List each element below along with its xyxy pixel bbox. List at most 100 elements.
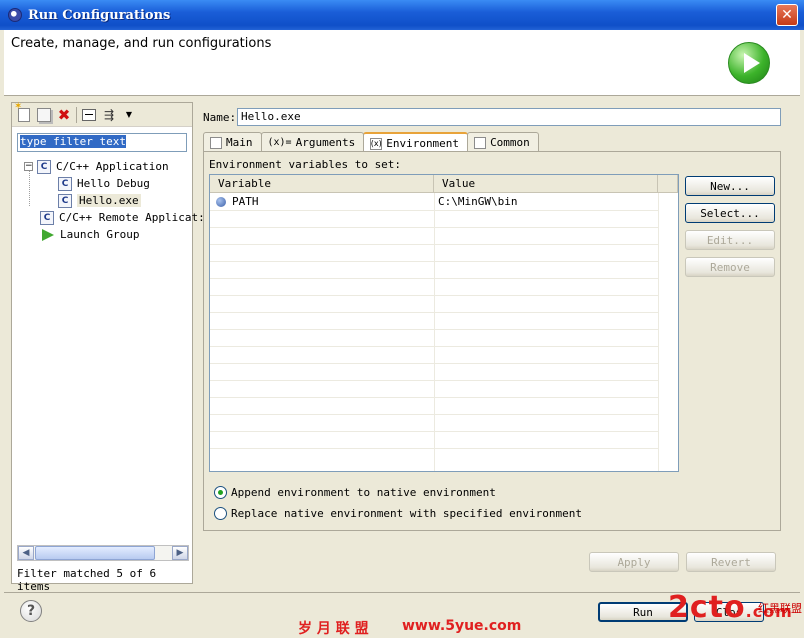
tree-item-label: C/C++ Remote Applicat: — [59, 211, 205, 224]
collapse-toggle-icon[interactable]: − — [24, 162, 33, 171]
replace-env-radio[interactable]: Replace native environment with specifie… — [214, 507, 582, 520]
row-divider — [210, 312, 658, 313]
revert-button[interactable]: Revert — [686, 552, 776, 572]
tree-item-hello-debug[interactable]: C Hello Debug — [58, 175, 150, 192]
window-titlebar[interactable]: Run Configurations ✕ — [0, 0, 804, 30]
row-divider — [210, 431, 658, 432]
tab-label: Main — [226, 136, 253, 149]
environment-tab-panel: Environment variables to set: Variable V… — [203, 151, 781, 531]
environment-tab-icon: (x) — [370, 137, 383, 150]
append-env-radio[interactable]: Append environment to native environment — [214, 486, 496, 499]
env-variable-icon — [216, 197, 226, 207]
filter-input[interactable]: type filter text — [17, 133, 187, 152]
row-divider — [210, 244, 658, 245]
row-divider — [210, 448, 658, 449]
scroll-left-icon[interactable]: ◀ — [18, 546, 34, 560]
launch-group-icon — [42, 228, 54, 241]
table-filler — [658, 193, 678, 471]
tree-horizontal-scrollbar[interactable]: ◀ ▶ — [17, 545, 189, 561]
edit-button[interactable]: Edit... — [685, 230, 775, 250]
window-title: Run Configurations — [28, 7, 171, 23]
eclipse-icon — [8, 8, 22, 22]
cell-variable: PATH — [232, 195, 259, 208]
toolbar-separator — [76, 106, 77, 123]
cpp-app-icon: C — [37, 159, 51, 174]
select-button[interactable]: Select... — [685, 203, 775, 223]
tree-item-label: Hello Debug — [77, 177, 150, 190]
new-config-button[interactable] — [14, 101, 32, 123]
run-banner-icon — [728, 42, 770, 84]
header-title: Create, manage, and run configurations — [11, 36, 272, 51]
column-header-value[interactable]: Value — [434, 175, 658, 193]
env-variables-table[interactable]: Variable Value PATH C:\MinGW\bin — [209, 174, 679, 472]
name-input[interactable]: Hello.exe — [237, 108, 781, 126]
tree-item-label: Hello.exe — [77, 194, 141, 207]
tab-arguments[interactable]: (x)= Arguments — [260, 132, 365, 152]
scroll-right-icon[interactable]: ▶ — [172, 546, 188, 560]
column-divider — [434, 193, 435, 471]
row-divider — [210, 414, 658, 415]
row-divider — [210, 210, 658, 211]
tab-label: Common — [490, 136, 530, 149]
row-divider — [210, 346, 658, 347]
arguments-tab-icon: (x)= — [267, 137, 292, 148]
apply-button[interactable]: Apply — [589, 552, 679, 572]
tab-environment[interactable]: (x) Environment — [363, 132, 469, 153]
tree-item-cpp-remote-application[interactable]: C C/C++ Remote Applicat: — [40, 209, 205, 226]
tree-item-hello-exe[interactable]: C Hello.exe — [58, 192, 141, 209]
radio-indicator[interactable] — [214, 486, 227, 499]
row-divider — [210, 397, 658, 398]
filter-status: Filter matched 5 of 6 items — [17, 567, 157, 593]
duplicate-button[interactable] — [36, 107, 52, 123]
common-tab-icon — [474, 136, 487, 149]
tree-item-label: Launch Group — [60, 228, 140, 241]
close-icon[interactable]: ✕ — [776, 4, 798, 26]
filter-dropdown-icon[interactable]: ▼ — [121, 107, 137, 123]
dialog-header: Create, manage, and run configurations — [4, 30, 800, 96]
watermark-sub: 红黑联盟 — [758, 602, 802, 615]
scroll-thumb[interactable] — [35, 546, 155, 560]
cpp-remote-icon: C — [40, 210, 54, 225]
help-icon[interactable]: ? — [20, 600, 42, 622]
config-tabs: Main (x)= Arguments (x) Environment Comm… — [203, 132, 539, 153]
cell-value: C:\MinGW\bin — [438, 195, 518, 208]
table-row[interactable]: PATH C:\MinGW\bin — [210, 193, 658, 210]
row-divider — [210, 278, 658, 279]
filter-text: type filter text — [20, 135, 126, 148]
new-button[interactable]: New... — [685, 176, 775, 196]
delete-icon[interactable]: ✖ — [56, 106, 72, 124]
filter-icon[interactable]: ⇶ — [101, 107, 117, 123]
config-editor: Name: Hello.exe Main (x)= Arguments (x) … — [197, 102, 787, 582]
tab-label: Arguments — [295, 136, 356, 149]
column-header-variable[interactable]: Variable — [210, 175, 434, 193]
tab-main[interactable]: Main — [203, 132, 262, 152]
collapse-all-button[interactable] — [81, 107, 97, 123]
tree-item-label: C/C++ Application — [56, 160, 169, 173]
new-config-icon — [14, 101, 30, 122]
name-label: Name: — [203, 111, 237, 124]
row-divider — [210, 363, 658, 364]
radio-label: Append environment to native environment — [231, 486, 496, 499]
tree-item-launch-group[interactable]: Launch Group — [40, 226, 139, 243]
tab-common[interactable]: Common — [467, 132, 539, 152]
row-divider — [210, 261, 658, 262]
collapse-all-icon — [82, 108, 96, 121]
watermark-logo-text: 2cto — [668, 590, 746, 625]
duplicate-icon — [37, 107, 51, 122]
watermark-chinese: 岁 月 联 盟 — [298, 621, 369, 637]
row-divider — [210, 227, 658, 228]
radio-indicator[interactable] — [214, 507, 227, 520]
radio-label: Replace native environment with specifie… — [231, 507, 582, 520]
watermark-url: www.5yue.com — [402, 618, 522, 634]
column-header-filler — [658, 175, 678, 193]
row-divider — [210, 295, 658, 296]
tree-item-cpp-application[interactable]: − C C/C++ Application — [24, 158, 169, 175]
cpp-config-icon: C — [58, 176, 72, 191]
left-toolbar: ✖ ⇶ ▼ — [12, 101, 192, 127]
tab-label: Environment — [386, 137, 460, 150]
remove-button[interactable]: Remove — [685, 257, 775, 277]
row-divider — [210, 380, 658, 381]
cpp-config-icon: C — [58, 193, 72, 208]
row-divider — [210, 329, 658, 330]
env-variables-label: Environment variables to set: — [209, 158, 402, 171]
